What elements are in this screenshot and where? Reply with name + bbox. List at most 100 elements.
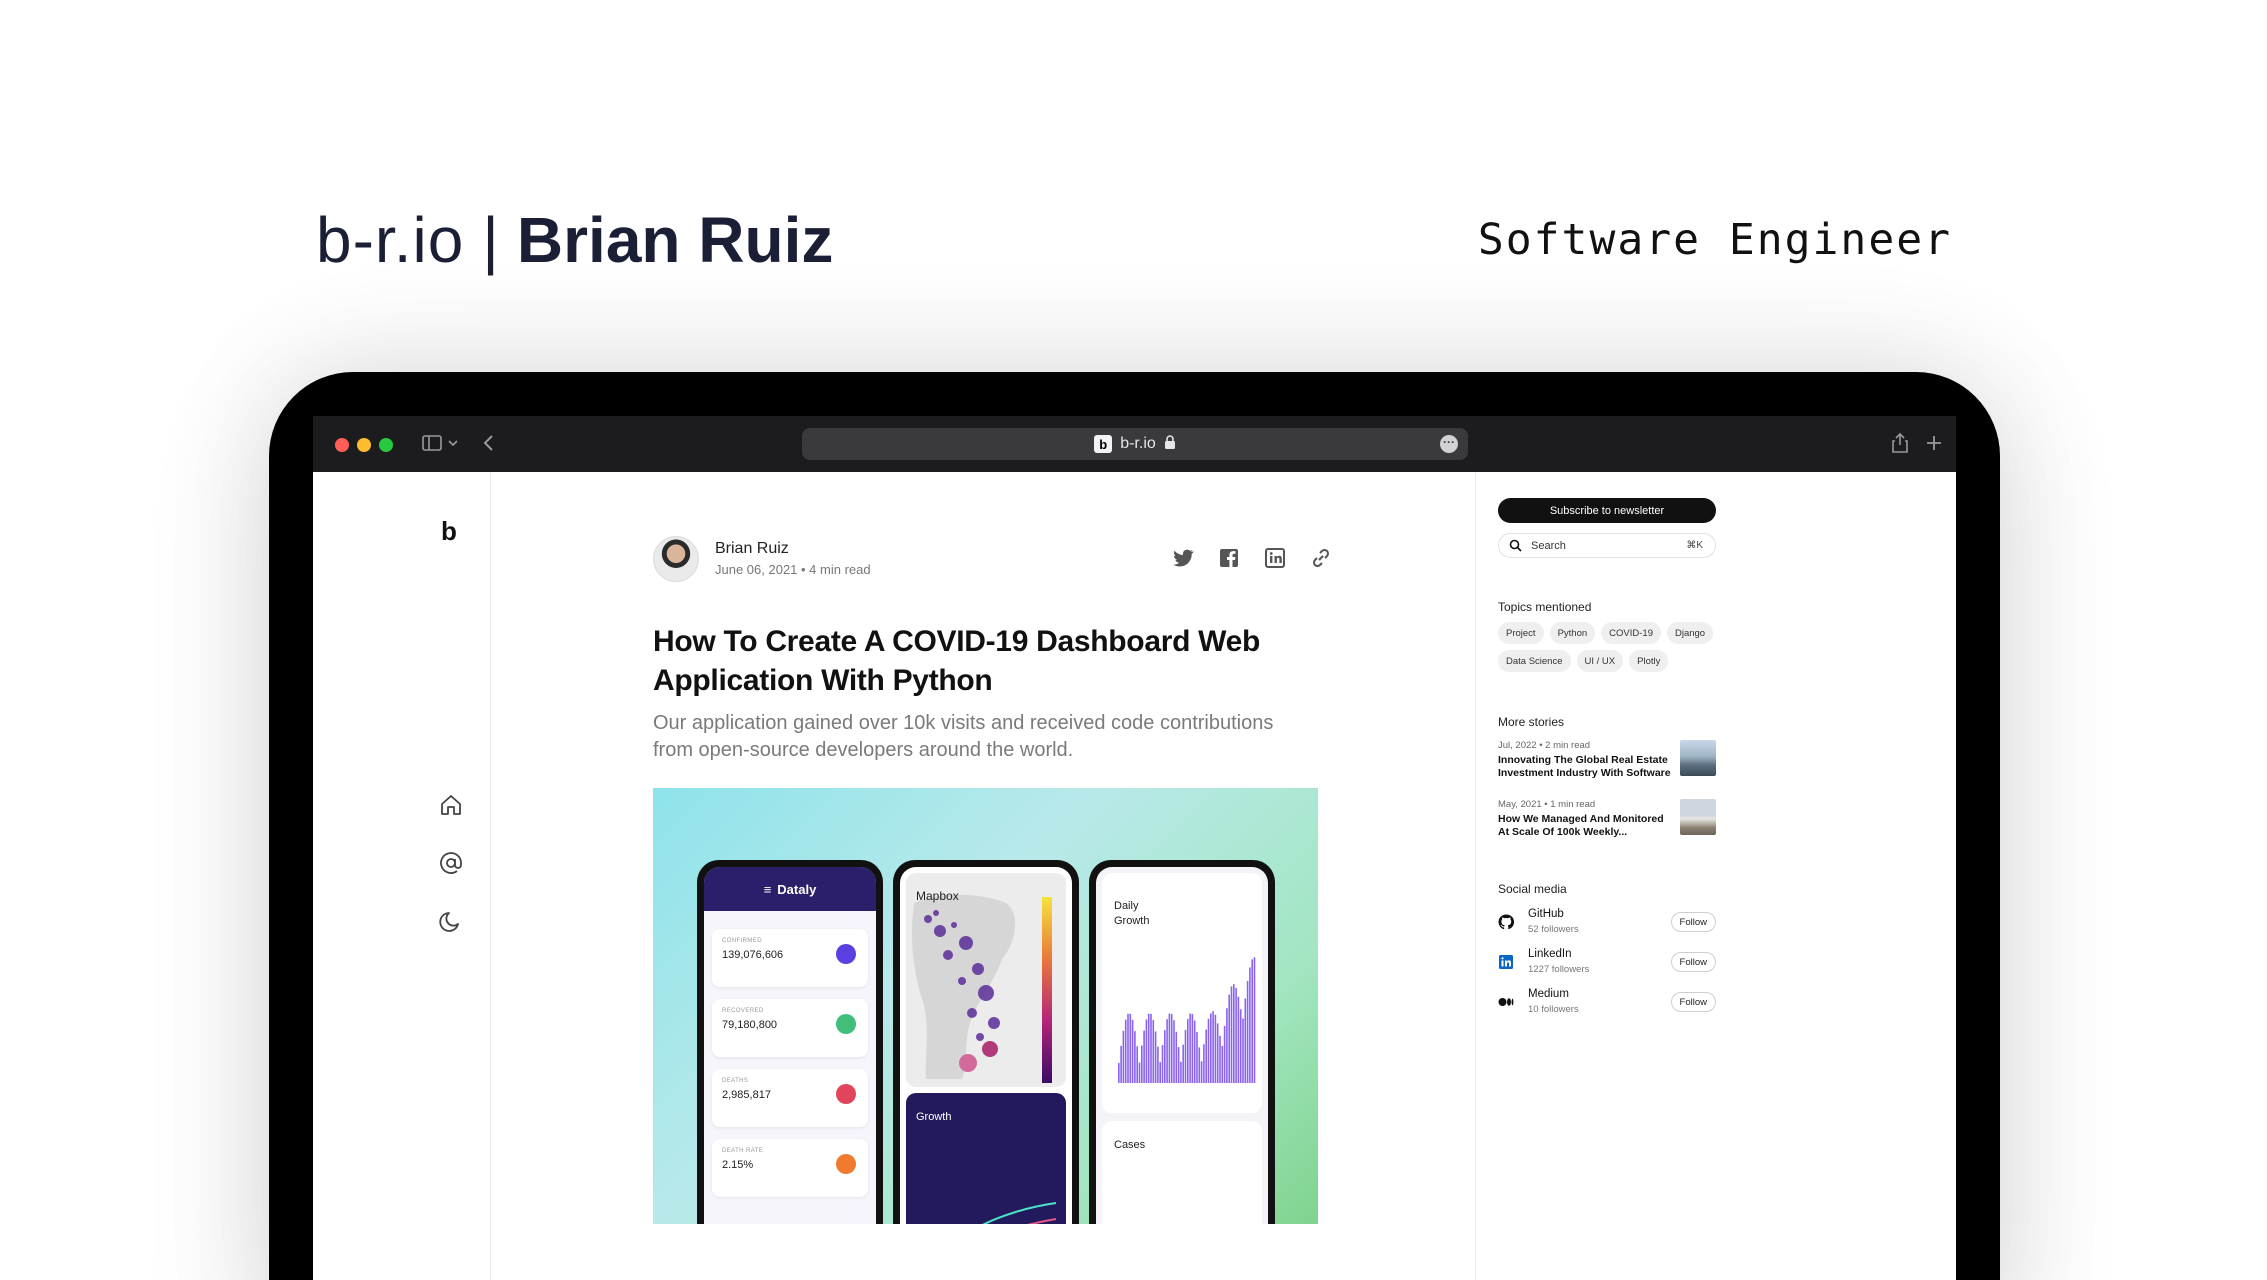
story-thumbnail[interactable] [1680,740,1716,776]
topic-chip[interactable]: UI / UX [1576,650,1624,672]
stat-value: 2.15% [722,1159,754,1171]
stat-badge-icon [836,1084,856,1104]
social-item-medium: Medium 10 followers Follow [1498,988,1716,1020]
author-name[interactable]: Brian Ruiz [715,540,789,558]
subscribe-button[interactable]: Subscribe to newsletter [1498,498,1716,523]
social-item-linkedin: LinkedIn 1227 followers Follow [1498,948,1716,980]
cases-widget: Cases [1102,1121,1262,1224]
back-arrow-icon[interactable] [481,432,497,460]
topic-chip[interactable]: Data Science [1498,650,1571,672]
story-meta: Jul, 2022 • 2 min read [1498,740,1591,751]
chevron-down-icon[interactable] [447,432,459,460]
article-title: How To Create A COVID-19 Dashboard Web A… [653,625,1261,697]
moon-icon[interactable] [438,908,464,934]
story-thumbnail[interactable] [1680,799,1716,835]
daily-growth-widget: Daily Growth [1102,873,1262,1113]
topics-heading: Topics mentioned [1498,600,1592,614]
site-title: b-r.io | Brian Ruiz [316,200,833,280]
title-separator: | [482,204,499,276]
home-icon[interactable] [438,792,464,818]
lock-icon [1164,434,1176,454]
stat-label: CONFIRMED [722,938,762,944]
story-title[interactable]: Innovating The Global Real Estate Invest… [1498,754,1674,780]
maximize-window-button[interactable] [379,438,393,452]
copy-link-icon[interactable] [1309,546,1333,570]
more-stories-heading: More stories [1498,715,1565,729]
follow-button[interactable]: Follow [1670,992,1716,1012]
growth-widget: Growth [906,1093,1066,1224]
site-owner-name: Brian Ruiz [516,204,834,276]
story-item[interactable]: May, 2021 • 1 min read How We Managed An… [1498,799,1716,843]
social-followers: 1227 followers [1528,964,1590,975]
stat-value: 139,076,606 [722,949,784,961]
stat-card-deaths: DEATHS 2,985,817 [712,1069,868,1127]
web-page: b Brian Ruiz June 06, 2021 • 4 min read [313,472,1956,1280]
twitter-icon[interactable] [1171,546,1195,570]
topic-chip[interactable]: Django [1666,622,1714,644]
new-tab-icon[interactable] [1925,432,1943,460]
at-sign-icon[interactable] [438,850,464,876]
left-navigation: b [313,472,491,1280]
phone-mockup-daily-growth: Daily Growth Cases [1089,860,1275,1224]
site-domain: b-r.io [316,204,465,276]
laptop-frame: b b-r.io ··· b Brian Ruiz June 06, 2021 … [269,372,2000,1280]
social-followers: 52 followers [1528,924,1579,935]
minimize-window-button[interactable] [357,438,371,452]
daily-growth-title: Daily Growth [1114,900,1150,927]
site-favicon: b [1094,435,1113,453]
search-shortcut: ⌘K [1686,540,1703,551]
address-bar[interactable]: b b-r.io ··· [802,428,1468,460]
social-item-github: GitHub 52 followers Follow [1498,908,1716,940]
more-options-icon[interactable]: ··· [1440,435,1458,453]
site-logo[interactable]: b [441,516,457,547]
menu-icon: ≡ [763,881,772,897]
story-meta: May, 2021 • 1 min read [1498,799,1596,810]
phone-mockup-dashboard: ≡ Dataly CONFIRMED 139,076,606 RECOVERED… [697,860,883,1224]
cases-title: Cases [1114,1139,1146,1151]
sidebar-toggle-icon[interactable] [421,432,443,460]
stat-card-recovered: RECOVERED 79,180,800 [712,999,868,1057]
site-role: Software Engineer [1477,215,1952,265]
topic-chip[interactable]: Python [1549,622,1596,644]
linkedin-icon[interactable] [1263,546,1287,570]
article-subtitle: Our application gained over 10k visits a… [653,712,1274,761]
social-name[interactable]: GitHub [1528,908,1564,920]
stat-label: DEATHS [722,1078,749,1084]
linkedin-icon [1498,954,1514,970]
follow-button[interactable]: Follow [1670,952,1716,972]
topic-chip[interactable]: Project [1498,622,1544,644]
facebook-icon[interactable] [1217,546,1241,570]
search-icon [1509,539,1522,552]
share-links [1171,546,1333,570]
story-title[interactable]: How We Managed And Monitored At Scale Of… [1498,813,1674,839]
close-window-button[interactable] [335,438,349,452]
right-sidebar: Subscribe to newsletter Search ⌘K Topics… [1475,472,1956,1280]
author-row: Brian Ruiz June 06, 2021 • 4 min read [653,534,1333,584]
topic-chip[interactable]: COVID-19 [1601,622,1661,644]
social-name[interactable]: LinkedIn [1528,948,1571,960]
heat-scale-legend [1042,897,1052,1083]
stat-value: 79,180,800 [722,1019,778,1031]
stat-card-confirmed: CONFIRMED 139,076,606 [712,929,868,987]
stat-badge-icon [836,944,856,964]
search-input[interactable]: Search ⌘K [1498,533,1716,558]
map-title: Mapbox [916,889,959,903]
stat-card-death-rate: DEATH RATE 2.15% [712,1139,868,1197]
follow-button[interactable]: Follow [1670,912,1716,932]
url-text: b-r.io [1120,435,1156,452]
stat-badge-icon [836,1014,856,1034]
growth-title: Growth [916,1111,952,1123]
article-meta: June 06, 2021 • 4 min read [715,562,871,577]
author-avatar[interactable] [653,536,699,582]
medium-icon [1498,994,1514,1010]
article-hero-image: ≡ Dataly CONFIRMED 139,076,606 RECOVERED… [653,788,1318,1224]
social-name[interactable]: Medium [1528,988,1569,1000]
topic-chip[interactable]: Plotly [1629,650,1669,672]
share-icon[interactable] [1891,432,1909,460]
social-media-heading: Social media [1498,882,1567,896]
story-item[interactable]: Jul, 2022 • 2 min read Innovating The Gl… [1498,740,1716,784]
github-icon [1498,914,1515,930]
stat-label: DEATH RATE [722,1148,764,1154]
map-widget: Mapbox [906,873,1066,1087]
phone-mockup-map: Mapbox Growth [893,860,1079,1224]
